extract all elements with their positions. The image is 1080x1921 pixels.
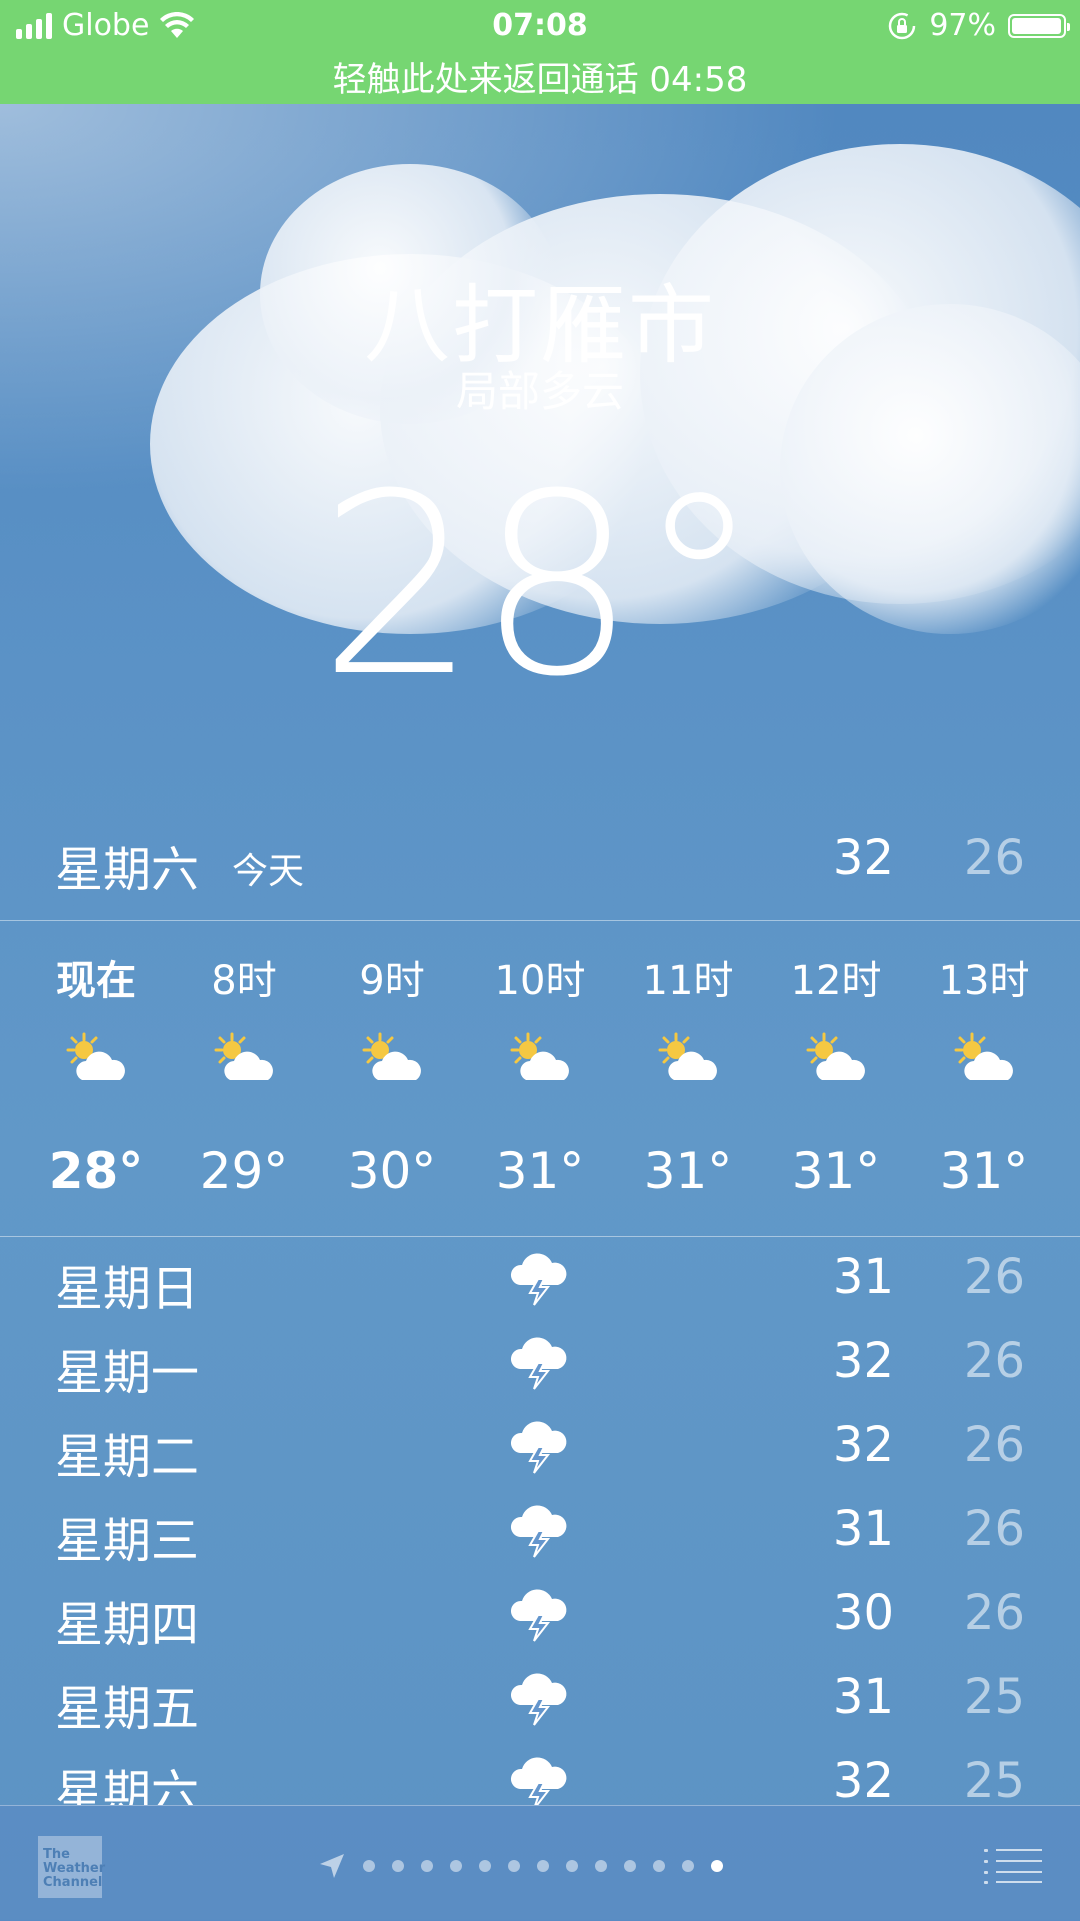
logo-text: The xyxy=(43,1847,70,1862)
thunderstorm-icon xyxy=(508,1417,570,1475)
hour-temperature: 31° xyxy=(939,1142,1029,1200)
page-dot[interactable] xyxy=(682,1860,694,1872)
hour-label: 9时 xyxy=(359,958,425,1004)
thunderstorm-icon xyxy=(508,1333,570,1391)
page-dot[interactable] xyxy=(392,1860,404,1872)
page-dot[interactable] xyxy=(595,1860,607,1872)
page-dot[interactable] xyxy=(508,1860,520,1872)
hour-temperature: 30° xyxy=(347,1142,437,1200)
page-dot[interactable] xyxy=(653,1860,665,1872)
partly-sunny-icon xyxy=(358,1030,428,1090)
partly-sunny-icon xyxy=(654,1030,724,1090)
page-dot[interactable] xyxy=(363,1860,375,1872)
hour-label: 11时 xyxy=(642,958,734,1004)
page-dot[interactable] xyxy=(421,1860,433,1872)
day-high: 30 xyxy=(832,1585,894,1641)
thunderstorm-icon xyxy=(508,1501,570,1559)
today-low: 26 xyxy=(963,830,1025,886)
page-dot[interactable] xyxy=(624,1860,636,1872)
partly-sunny-icon xyxy=(506,1030,576,1090)
daily-forecast-list[interactable]: 星期日 31 26 星期一 32 26 星期二 32 26 星期三 31 26 星期四 … xyxy=(0,1237,1080,1805)
daily-row: 星期二 32 26 xyxy=(0,1405,1080,1489)
day-low: 26 xyxy=(963,1249,1025,1305)
day-high: 32 xyxy=(832,1753,894,1805)
day-name: 星期三 xyxy=(55,1513,200,1569)
day-high: 31 xyxy=(832,1669,894,1725)
hour-label: 10时 xyxy=(494,958,586,1004)
day-name: 星期四 xyxy=(55,1597,200,1653)
weather-condition: 局部多云 xyxy=(455,367,624,416)
status-right: 97% xyxy=(887,8,1070,43)
day-name: 星期日 xyxy=(55,1261,200,1317)
thunderstorm-icon xyxy=(508,1753,570,1805)
hour-temperature: 31° xyxy=(791,1142,881,1200)
daily-row: 星期五 31 25 xyxy=(0,1657,1080,1741)
daily-row: 星期三 31 26 xyxy=(0,1489,1080,1573)
hourly-forecast[interactable]: 现在 28° 8时 29° 9时 30° 10时 31° 11时 31° 12时… xyxy=(0,920,1080,1236)
weather-channel-logo[interactable]: The Weather Channel xyxy=(38,1836,106,1898)
day-name: 星期五 xyxy=(55,1681,200,1737)
thunderstorm-icon xyxy=(508,1249,570,1307)
hour-label: 8时 xyxy=(211,958,277,1004)
city-list-icon[interactable] xyxy=(984,1848,1042,1884)
today-high: 32 xyxy=(832,830,894,886)
hour-label: 现在 xyxy=(56,958,136,1004)
partly-sunny-icon xyxy=(62,1030,132,1090)
hour-label: 12时 xyxy=(790,958,882,1004)
day-name: 星期一 xyxy=(55,1345,200,1401)
day-low: 26 xyxy=(963,1501,1025,1557)
hour-label: 13时 xyxy=(938,958,1030,1004)
partly-sunny-icon xyxy=(950,1030,1020,1090)
status-bar[interactable]: Globe 07:08 97% 轻触此处来返回通话 04:58 xyxy=(0,0,1080,104)
hour-temperature: 28° xyxy=(48,1142,144,1200)
hour-temperature: 29° xyxy=(199,1142,289,1200)
day-low: 25 xyxy=(963,1669,1025,1725)
thunderstorm-icon xyxy=(508,1585,570,1643)
thunderstorm-icon xyxy=(508,1669,570,1727)
day-low: 26 xyxy=(963,1585,1025,1641)
bottom-toolbar: The Weather Channel xyxy=(0,1805,1080,1921)
day-low: 26 xyxy=(963,1417,1025,1473)
day-high: 31 xyxy=(832,1501,894,1557)
day-name: 星期六 xyxy=(55,1765,200,1805)
day-name: 星期二 xyxy=(55,1429,200,1485)
battery-percent: 97% xyxy=(929,8,996,43)
page-dot[interactable] xyxy=(566,1860,578,1872)
logo-text: Weather xyxy=(43,1861,106,1876)
day-low: 26 xyxy=(963,1333,1025,1389)
return-to-call-banner[interactable]: 轻触此处来返回通话 04:58 xyxy=(0,52,1080,101)
day-high: 31 xyxy=(832,1249,894,1305)
location-arrow-icon xyxy=(320,1854,344,1878)
day-high: 32 xyxy=(832,1333,894,1389)
day-high: 32 xyxy=(832,1417,894,1473)
page-indicator[interactable] xyxy=(318,1846,723,1886)
today-day: 星期六 xyxy=(55,842,200,898)
today-summary: 星期六 今天 32 26 xyxy=(0,820,1080,920)
daily-row: 星期日 31 26 xyxy=(0,1237,1080,1321)
rotation-lock-icon xyxy=(889,12,916,39)
today-label: 今天 xyxy=(232,851,305,892)
partly-sunny-icon xyxy=(210,1030,280,1090)
current-temperature: 28° xyxy=(318,440,762,731)
page-dot[interactable] xyxy=(450,1860,462,1872)
page-dot[interactable] xyxy=(711,1860,723,1872)
page-dot[interactable] xyxy=(537,1860,549,1872)
daily-row: 星期四 30 26 xyxy=(0,1573,1080,1657)
daily-row: 星期六 32 25 xyxy=(0,1741,1080,1805)
page-dot[interactable] xyxy=(479,1860,491,1872)
day-low: 25 xyxy=(963,1753,1025,1805)
daily-row: 星期一 32 26 xyxy=(0,1321,1080,1405)
hour-temperature: 31° xyxy=(643,1142,733,1200)
hour-temperature: 31° xyxy=(495,1142,585,1200)
partly-sunny-icon xyxy=(802,1030,872,1090)
logo-text: Channel xyxy=(43,1875,103,1890)
battery-icon xyxy=(1008,13,1070,38)
